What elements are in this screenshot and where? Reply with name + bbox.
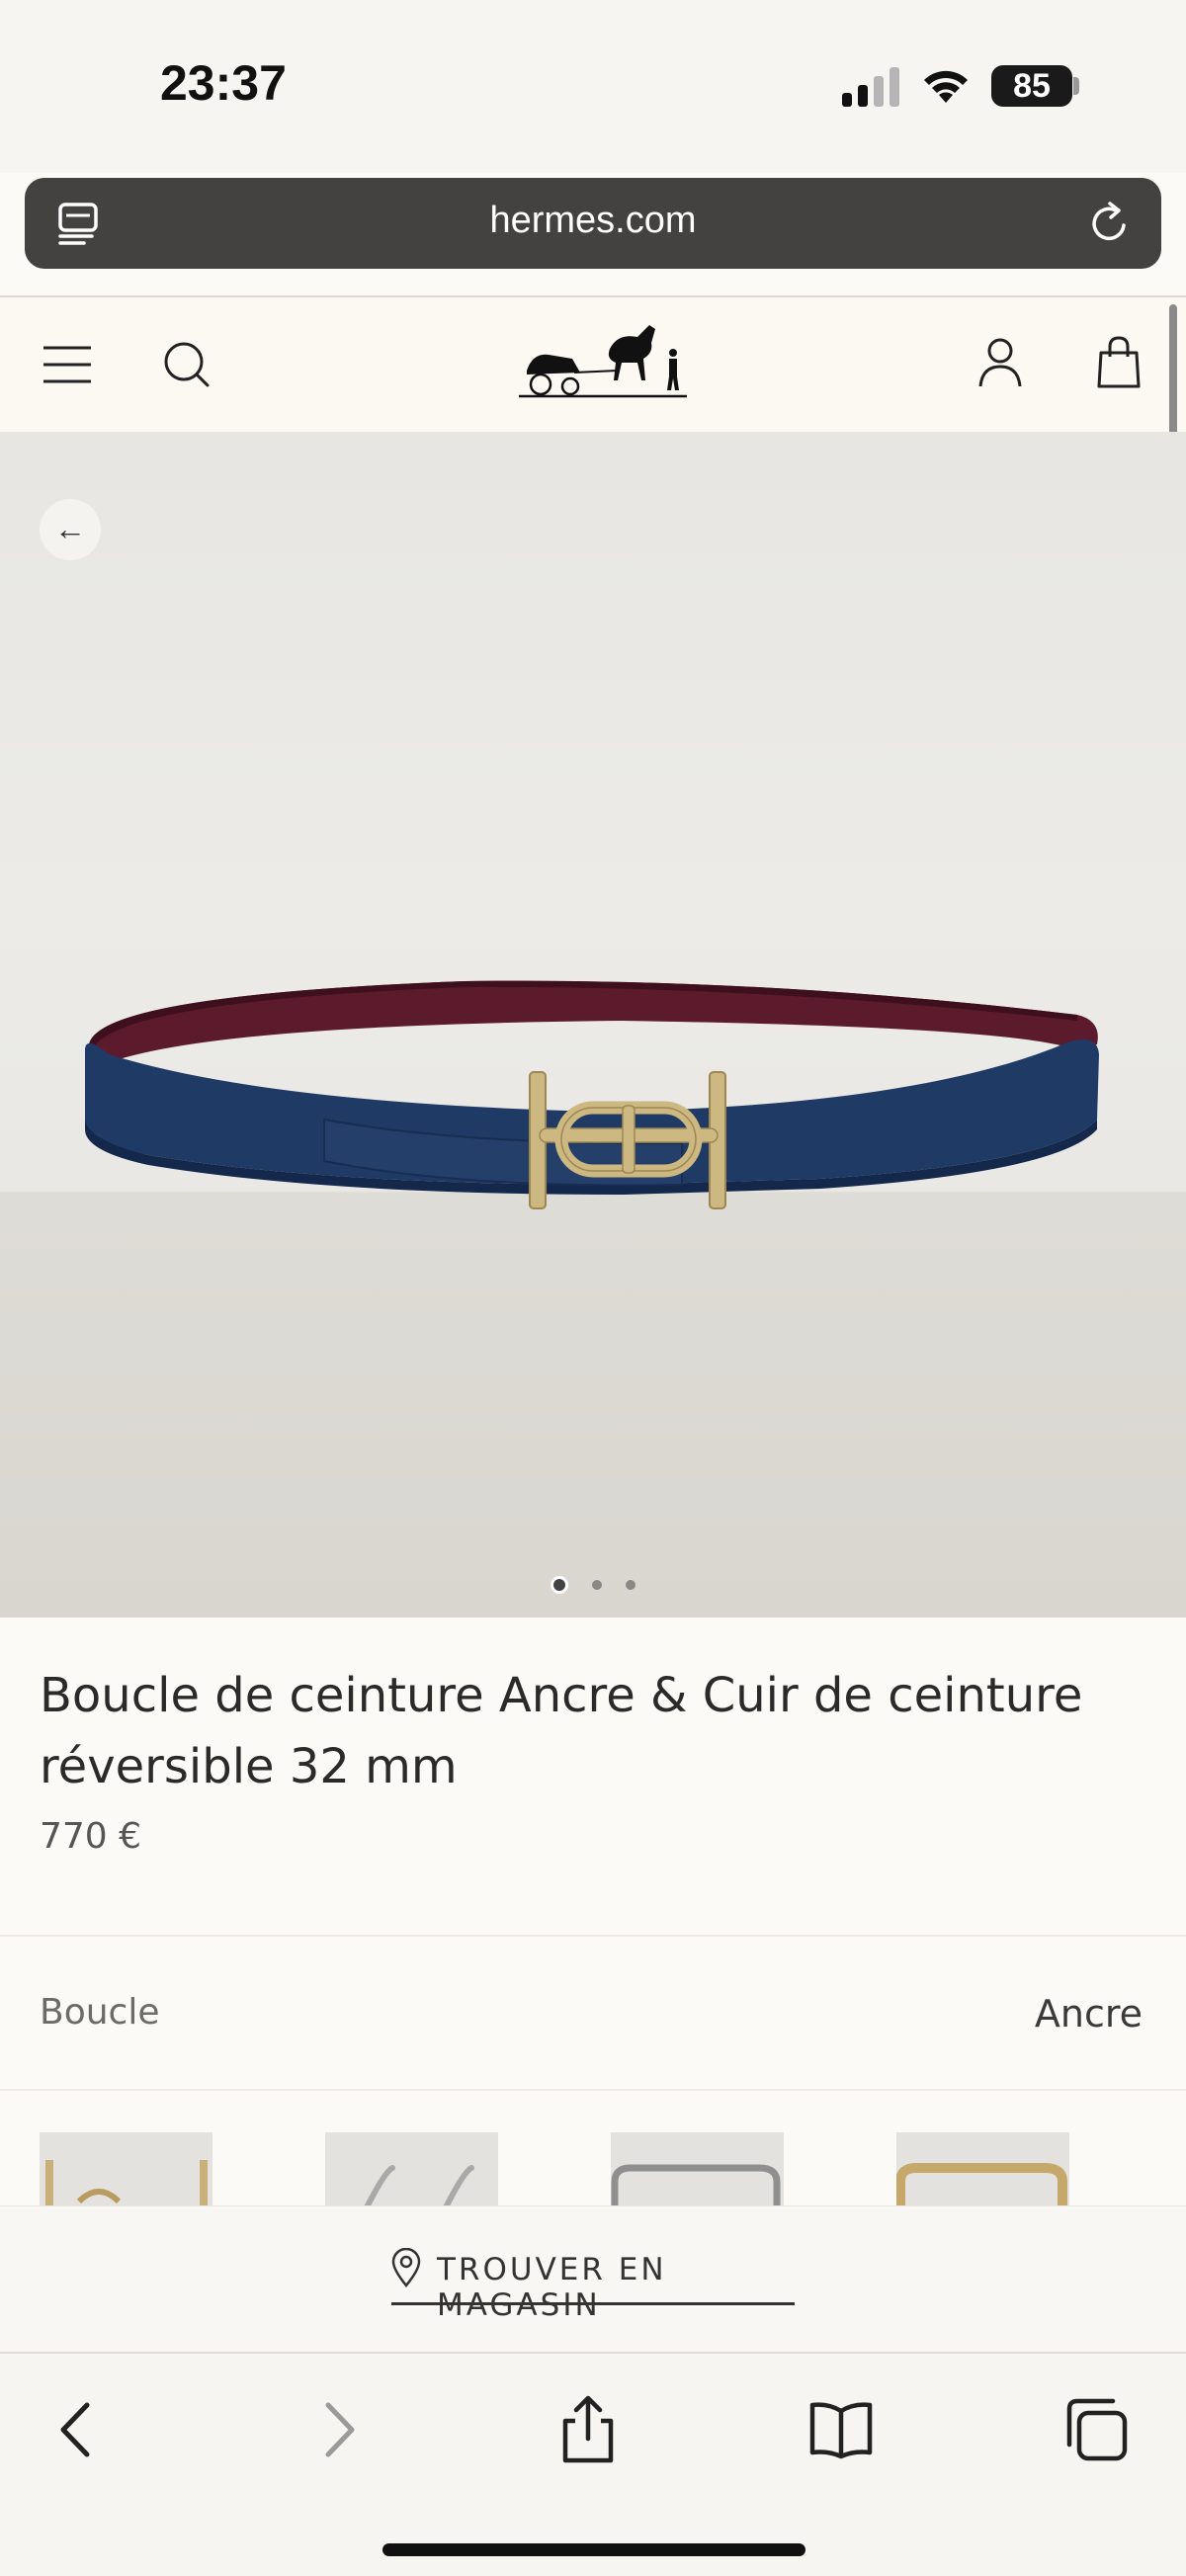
buckle-option-row[interactable]: Boucle Ancre	[0, 1937, 1186, 2089]
product-title: Boucle de ceinture Ancre & Cuir de ceint…	[40, 1668, 1083, 1794]
shopping-bag-icon[interactable]	[1095, 335, 1143, 388]
wifi-icon	[924, 70, 968, 103]
pagination-dot-3[interactable]	[626, 1580, 635, 1590]
buckle-thumbnail	[896, 2163, 1067, 2205]
buckle-variant-3[interactable]	[611, 2132, 784, 2205]
buckle-variant-2[interactable]	[325, 2132, 498, 2205]
status-time: 23:37	[160, 55, 287, 111]
find-in-store-link[interactable]: TROUVER EN MAGASIN	[391, 2244, 795, 2323]
buckle-thumbnail	[364, 2165, 474, 2205]
url-text[interactable]: hermes.com	[25, 200, 1161, 242]
browser-toolbar	[0, 2352, 1186, 2576]
cellular-signal-icon	[842, 67, 899, 107]
buckle-variant-4[interactable]	[896, 2132, 1069, 2205]
search-icon[interactable]	[162, 340, 212, 389]
divider	[0, 2089, 1186, 2091]
back-button[interactable]: ←	[40, 499, 101, 560]
tabs-icon[interactable]	[1061, 2395, 1131, 2464]
find-in-store-label: TROUVER EN MAGASIN	[437, 2252, 667, 2323]
forward-icon[interactable]	[302, 2395, 372, 2464]
bookmarks-icon[interactable]	[806, 2395, 876, 2464]
product-price: 770 €	[40, 1816, 142, 1857]
find-in-store-bar: TROUVER EN MAGASIN	[0, 2205, 1186, 2352]
pagination-dot-1[interactable]	[551, 1576, 568, 1594]
location-pin-icon	[391, 2248, 421, 2287]
home-indicator[interactable]	[382, 2543, 805, 2556]
battery-tip	[1073, 77, 1079, 95]
battery-level: 85	[991, 65, 1072, 107]
option-label: Boucle	[40, 1992, 160, 2033]
product-image-carousel[interactable]: ←	[0, 432, 1186, 1618]
carousel-pagination	[0, 1576, 1186, 1594]
pagination-dot-2[interactable]	[592, 1580, 602, 1590]
arrow-left-icon: ←	[54, 511, 86, 546]
belt-image	[85, 980, 1099, 1209]
address-bar[interactable]: hermes.com	[25, 178, 1161, 269]
buckle-thumbnail	[611, 2164, 781, 2205]
account-icon[interactable]	[978, 337, 1022, 388]
site-header	[0, 297, 1186, 432]
option-value: Ancre	[1034, 1992, 1143, 2036]
buckle-thumbnail	[45, 2160, 208, 2205]
back-icon[interactable]	[43, 2395, 113, 2464]
hermes-logo[interactable]	[519, 319, 687, 400]
status-bar: 23:37 85	[0, 0, 1186, 173]
buckle-variant-ancre[interactable]	[40, 2132, 212, 2205]
buckle-variant-list	[0, 2132, 1186, 2205]
menu-icon[interactable]	[43, 345, 91, 384]
reload-icon[interactable]	[1086, 200, 1134, 247]
share-icon[interactable]	[553, 2395, 623, 2464]
